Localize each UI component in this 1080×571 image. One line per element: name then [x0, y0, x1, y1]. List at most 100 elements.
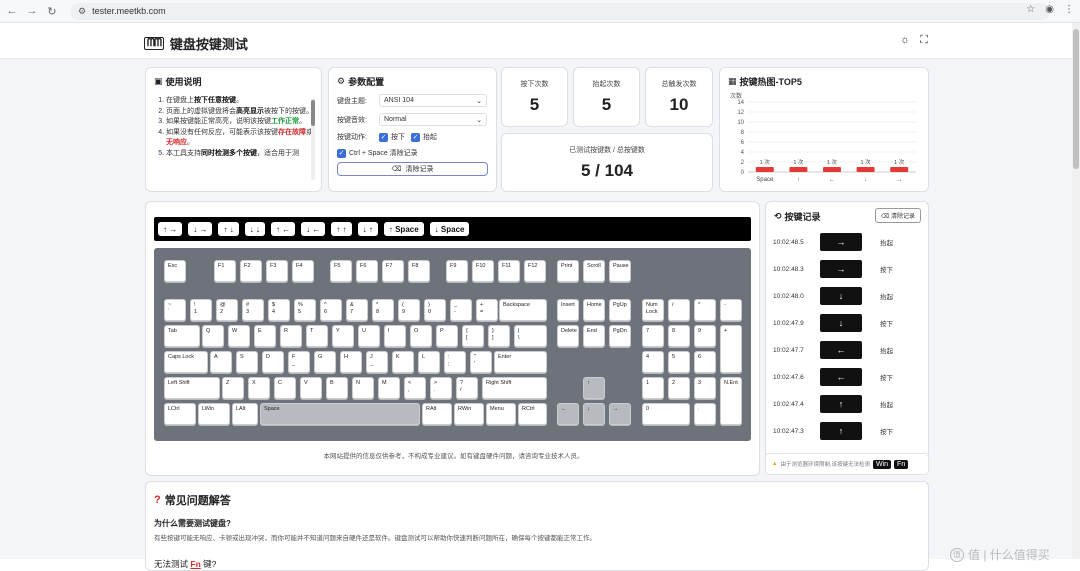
action-up-checkbox[interactable]: ✓: [411, 132, 420, 142]
key-d2: @ 2: [216, 299, 238, 321]
history-time: 10:02:47.6: [773, 373, 804, 381]
key-np4: 4: [642, 351, 664, 373]
key-down: ↓: [583, 403, 605, 425]
key-menu: Menu: [486, 403, 516, 425]
history-key: ↓: [820, 287, 862, 305]
heatmap-chart: 次数 0 2 4 6 8 10 12 14 1 次 Space 1 次 ↑ 1 次 ← 1 次 ↓ 1 次 →: [730, 92, 916, 183]
warning-icon: ▲: [772, 461, 778, 467]
history-row: 10:02:47.6 ← 按下: [773, 368, 923, 386]
history-key: ↑: [820, 422, 862, 440]
key-caps: Caps Lock: [164, 351, 208, 373]
history-action: 抬起: [880, 294, 893, 301]
key-np1: 1: [642, 377, 664, 399]
theme-select[interactable]: ANSI 104 ⌄: [379, 94, 487, 107]
action-up-label: 抬起: [423, 134, 437, 141]
x-tick-label: ↑: [797, 177, 800, 183]
y-tick-label: 12: [737, 110, 744, 116]
keyboard-card: ↑ → ↓ → ↑ ↓ ↓ ↓ ↑ ← ↓ ← ↑ ↑ ↓ ↑ ↑ Space ↓ Space E…: [145, 201, 760, 476]
shortcut-checkbox[interactable]: ✓: [337, 148, 346, 158]
sound-select[interactable]: Normal ⌄: [379, 113, 487, 126]
faq-title: 常见问题解答: [164, 495, 231, 507]
fn-key-badge: Fn: [894, 459, 909, 469]
key-equal: + =: [476, 299, 498, 321]
key-rbr: } ]: [488, 325, 510, 347]
reload-icon[interactable]: ↻: [44, 5, 60, 18]
key-scroll: Scroll: [583, 260, 605, 282]
key-np3: 3: [694, 377, 716, 399]
key-i: I: [384, 325, 406, 347]
guide-list: 在键盘上按下任意按键。 页面上的虚拟键盘将会高亮显示被按下的按键。 如果按键能正…: [154, 96, 313, 181]
x-tick-label: Space: [756, 177, 774, 183]
guide-step: 如果按键能正常高亮，说明该按键工作正常。: [166, 117, 313, 128]
x-tick-label: →: [896, 177, 902, 183]
key-npdot: .: [694, 403, 716, 425]
y-tick-label: 8: [741, 130, 745, 136]
key-home: Home: [583, 299, 605, 321]
press-count-label: 按下次数: [520, 81, 549, 88]
history-key: ↓: [820, 314, 862, 332]
history-icon: ⟲: [774, 211, 782, 221]
total-count-value: 10: [669, 95, 689, 114]
page-title: 键盘按键测试: [169, 37, 248, 52]
key-f11: F11: [498, 260, 520, 282]
faq-answer: 有些按键可能无响应、卡顿或出现冲突，而你可能并不知道问题来自硬件还是软件。键盘测…: [154, 535, 596, 542]
guide-scrollbar[interactable]: [311, 98, 315, 180]
key-q: Q: [202, 325, 224, 347]
site-info-icon[interactable]: ⚙: [78, 6, 86, 17]
guide-step: 在键盘上按下任意按键。: [166, 96, 313, 107]
key-f7: F7: [382, 260, 404, 282]
key-grave: ~ `: [164, 299, 186, 321]
page: ᗰᗰ 键盘按键测试 ☼ ⛶ ▣使用说明 在键盘上按下任意按键。 页面上的虚拟键盘…: [0, 23, 1080, 571]
key-comma: < ,: [404, 377, 426, 399]
sound-label: 按键音效:: [337, 116, 367, 124]
history-clear-button[interactable]: ⌫ 清除记录: [874, 208, 921, 223]
profile-icon[interactable]: ◉: [1045, 4, 1054, 15]
key-insert: Insert: [557, 299, 579, 321]
key-g: G: [314, 351, 336, 373]
gear-icon: ⚙: [337, 76, 346, 86]
key-semi: : ;: [444, 351, 466, 373]
action-down-label: 按下: [391, 134, 405, 141]
history-card: ⟲ 按键记录 ⌫ 清除记录 10:02:48.5 → 抬起 10:02:48.3 → 按下 1…: [765, 201, 929, 468]
history-action: 抬起: [880, 402, 893, 409]
sequence-chip: ↑ →: [158, 222, 183, 236]
back-icon[interactable]: ←: [4, 5, 20, 17]
key-f6: F6: [356, 260, 378, 282]
clear-record-button[interactable]: ⌫ 清除记录: [337, 162, 488, 176]
chevron-down-icon: ⌄: [476, 116, 482, 124]
menu-dots-icon[interactable]: ⋮: [1064, 4, 1074, 15]
key-f4: F4: [292, 260, 314, 282]
key-b: B: [326, 377, 348, 399]
history-key: ↑: [820, 395, 862, 413]
key-j: J _: [366, 351, 388, 373]
fullscreen-icon[interactable]: ⛶: [920, 34, 928, 47]
key-up: ↑: [583, 377, 605, 399]
key-f3: F3: [266, 260, 288, 282]
key-d0: ) 0: [424, 299, 446, 321]
history-row: 10:02:48.0 ↓ 抬起: [773, 287, 923, 305]
key-np9: 9: [694, 325, 716, 347]
key-w: W: [228, 325, 250, 347]
y-tick-label: 4: [741, 150, 745, 156]
key-end: End: [583, 325, 605, 347]
action-label: 按键动作:: [337, 134, 367, 141]
address-bar[interactable]: ⚙ tester.meetkb.com: [70, 2, 1050, 20]
history-key: ←: [820, 368, 862, 386]
key-s: S: [236, 351, 258, 373]
key-m: M: [378, 377, 400, 399]
warning-text: 由于浏览器环境限制,该按键无法检测: [780, 462, 870, 468]
heatmap-card: ▦ 按键热图-TOP5 次数 0 2 4 6 8 10 12 14 1 次 Space 1 次 ↑ 1 次 ←…: [719, 67, 929, 192]
site-logo[interactable]: ᗰᗰ 键盘按键测试: [144, 34, 248, 53]
key-np8: 8: [668, 325, 690, 347]
forward-icon[interactable]: →: [24, 5, 40, 17]
watermark: 值值 | 什么值得买: [950, 546, 1050, 563]
key-f8: F8: [408, 260, 430, 282]
bookmark-star-icon[interactable]: ☆: [1026, 4, 1035, 15]
key-d8: * 8: [372, 299, 394, 321]
heatmap-bar: [890, 167, 909, 172]
key-d5: % 5: [294, 299, 316, 321]
action-down-checkbox[interactable]: ✓: [379, 132, 388, 142]
page-scrollbar[interactable]: [1072, 23, 1080, 559]
theme-toggle-icon[interactable]: ☼: [900, 34, 910, 47]
sequence-chip: ↓ →: [188, 222, 213, 236]
